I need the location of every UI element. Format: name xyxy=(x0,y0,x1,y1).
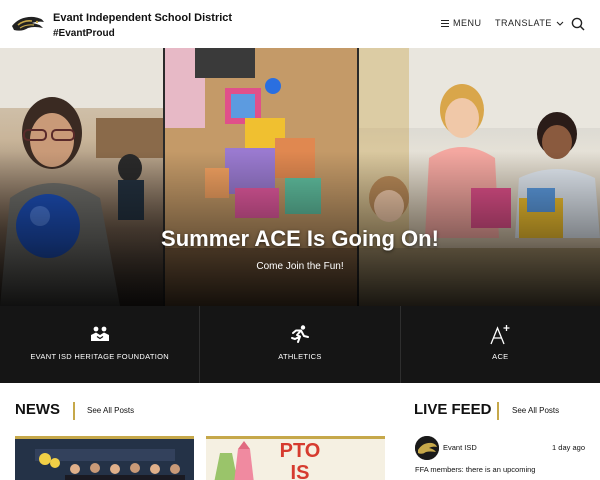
live-feed-see-all-link[interactable]: See All Posts xyxy=(512,406,559,415)
chevron-down-icon xyxy=(556,21,564,26)
feed-post-text: FFA members: there is an upcoming xyxy=(415,465,536,474)
hero-title[interactable]: Summer ACE Is Going On! xyxy=(0,226,600,252)
avatar[interactable] xyxy=(415,436,439,460)
district-logo-icon[interactable] xyxy=(10,12,46,36)
search-icon[interactable] xyxy=(571,17,585,31)
news-see-all-link[interactable]: See All Posts xyxy=(87,406,134,415)
translate-button[interactable]: TRANSLATE xyxy=(495,18,564,28)
menu-button[interactable]: MENU xyxy=(441,18,482,28)
site-tagline: #EvantProud xyxy=(53,28,115,39)
news-divider xyxy=(73,402,75,420)
a-plus-icon xyxy=(490,325,510,345)
news-card-1[interactable] xyxy=(15,436,194,480)
quick-link-label: EVANT ISD HERITAGE FOUNDATION xyxy=(30,352,169,361)
news-heading: NEWS xyxy=(15,401,60,418)
quick-link-ace[interactable]: ACE xyxy=(401,306,600,383)
hero-title-wrap: Summer ACE Is Going On! xyxy=(0,226,600,252)
news-card-1-image xyxy=(15,439,194,480)
news-card-2-text: PTO IS xyxy=(279,440,321,480)
live-feed-divider xyxy=(497,402,499,420)
site-header: Evant Independent School District #Evant… xyxy=(0,0,600,48)
runner-icon xyxy=(290,325,309,343)
hero-banner[interactable]: Summer ACE Is Going On! Come Join the Fu… xyxy=(0,48,600,306)
hero-subtitle: Come Join the Fun! xyxy=(256,261,344,272)
handshake-icon xyxy=(90,326,109,341)
quick-link-heritage-foundation[interactable]: EVANT ISD HERITAGE FOUNDATION xyxy=(0,306,201,383)
district-logo-icon xyxy=(415,436,439,460)
feed-author[interactable]: Evant ISD xyxy=(443,443,477,452)
site-title[interactable]: Evant Independent School District xyxy=(53,12,232,24)
quick-link-athletics[interactable]: ATHLETICS xyxy=(200,306,401,383)
quick-links-bar: EVANT ISD HERITAGE FOUNDATION ATHLETICS … xyxy=(0,306,600,383)
hamburger-icon xyxy=(441,19,449,27)
quick-link-label: ACE xyxy=(492,352,509,361)
menu-label: MENU xyxy=(453,18,482,28)
feed-timestamp: 1 day ago xyxy=(552,443,585,452)
translate-label: TRANSLATE xyxy=(495,18,552,28)
quick-link-label: ATHLETICS xyxy=(278,352,322,361)
live-feed-heading: LIVE FEED xyxy=(414,401,492,418)
